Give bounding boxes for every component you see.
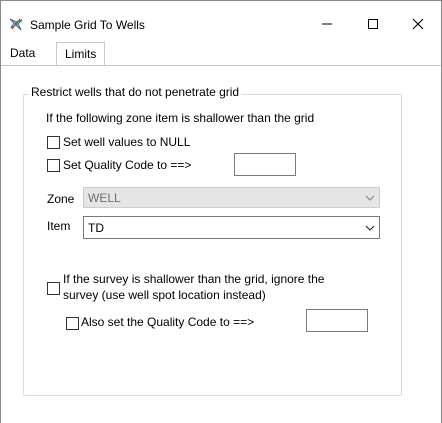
- survey-checkbox-label-line2[interactable]: survey (use well spot location instead): [63, 288, 266, 302]
- survey-checkbox[interactable]: [47, 282, 60, 295]
- zone-select[interactable]: WELL: [83, 187, 380, 208]
- window-title: Sample Grid To Wells: [30, 18, 145, 32]
- quality-code-field[interactable]: [234, 153, 296, 176]
- title-bar: Sample Grid To Wells: [1, 1, 441, 43]
- null-checkbox-label[interactable]: Set well values to NULL: [63, 135, 190, 149]
- also-quality-code-label[interactable]: Also set the Quality Code to ==>: [81, 315, 254, 329]
- tab-data[interactable]: Data: [4, 43, 41, 64]
- item-label: Item: [47, 219, 71, 233]
- zone-value: WELL: [88, 191, 121, 205]
- tab-strip: Data Limits: [1, 42, 441, 66]
- group-title: Restrict wells that do not penetrate gri…: [29, 85, 242, 99]
- tab-limits[interactable]: Limits: [56, 42, 106, 66]
- minimize-button[interactable]: [313, 12, 341, 36]
- chevron-down-icon: [365, 195, 375, 201]
- limits-panel: Restrict wells that do not penetrate gri…: [1, 65, 441, 423]
- item-select[interactable]: TD: [83, 216, 380, 239]
- null-checkbox[interactable]: [47, 136, 60, 149]
- also-quality-code-field[interactable]: [306, 309, 368, 332]
- zone-item-text: If the following zone item is shallower …: [46, 111, 315, 125]
- survey-checkbox-label-line1[interactable]: If the survey is shallower than the grid…: [63, 272, 324, 286]
- item-value: TD: [88, 221, 104, 235]
- close-icon: [412, 18, 424, 30]
- dialog-window: Sample Grid To Wells Data Limits Restric…: [0, 0, 442, 423]
- zone-label: Zone: [47, 192, 75, 206]
- quality-code-checkbox-label[interactable]: Set Quality Code to ==>: [63, 158, 191, 172]
- maximize-icon: [368, 19, 378, 29]
- quality-code-checkbox[interactable]: [47, 159, 60, 172]
- close-button[interactable]: [404, 12, 432, 36]
- minimize-icon: [322, 23, 332, 25]
- app-icon: [8, 16, 24, 32]
- chevron-down-icon: [365, 225, 375, 231]
- also-quality-code-checkbox[interactable]: [66, 317, 79, 330]
- maximize-button[interactable]: [359, 12, 387, 36]
